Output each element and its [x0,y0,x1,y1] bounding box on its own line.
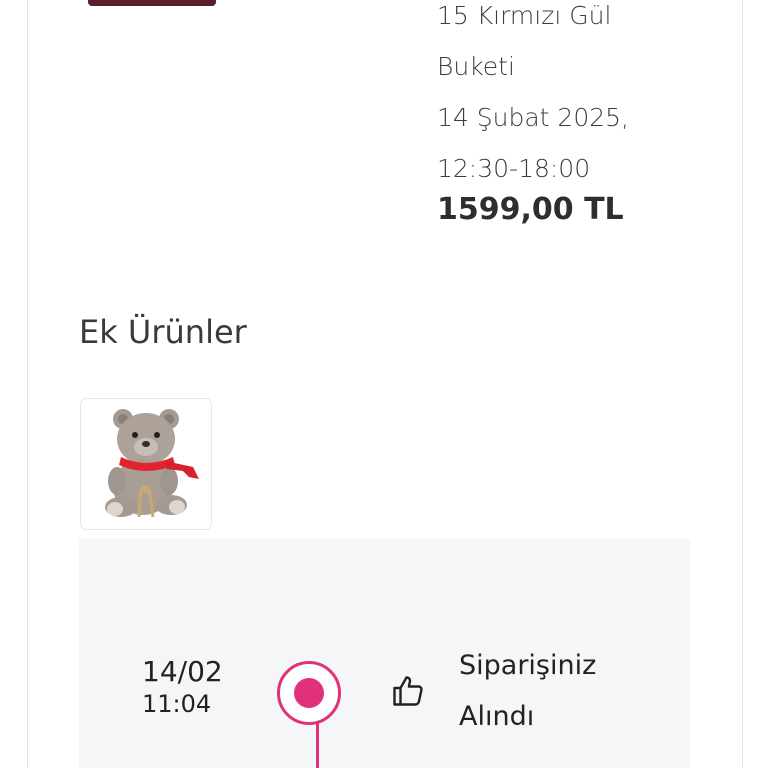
timeline-time: 11:04 [142,690,212,718]
extras-title: Ek Ürünler [79,313,247,351]
thumbs-up-icon [393,676,423,706]
timeline-status-line1: Siparişiniz [459,650,597,681]
timeline-dot-inner [294,678,324,708]
order-timeline [79,539,690,768]
order-detail-page: 15 Kırmızı Gül Buketi 14 Şubat 2025, 12:… [0,0,768,768]
delivery-window: 12:30-18:00 [437,154,591,183]
timeline-status-line2: Alındı [459,701,535,732]
product-name-line1: 15 Kırmızı Gül [437,1,612,30]
timeline-date: 14/02 [142,655,223,688]
product-info: 15 Kırmızı Gül Buketi 14 Şubat 2025, 12:… [437,0,737,194]
extra-item-teddy-bear[interactable] [80,398,212,530]
product-image[interactable] [88,0,216,6]
timeline-dot [277,661,341,725]
delivery-date: 14 Şubat 2025, [437,103,629,132]
product-price: 1599,00 TL [437,192,624,227]
teddy-bear-image [105,409,199,518]
product-name-line2: Buketi [437,52,515,81]
timeline-connector [316,722,319,768]
timeline-status: Siparişiniz Alındı [459,640,596,742]
